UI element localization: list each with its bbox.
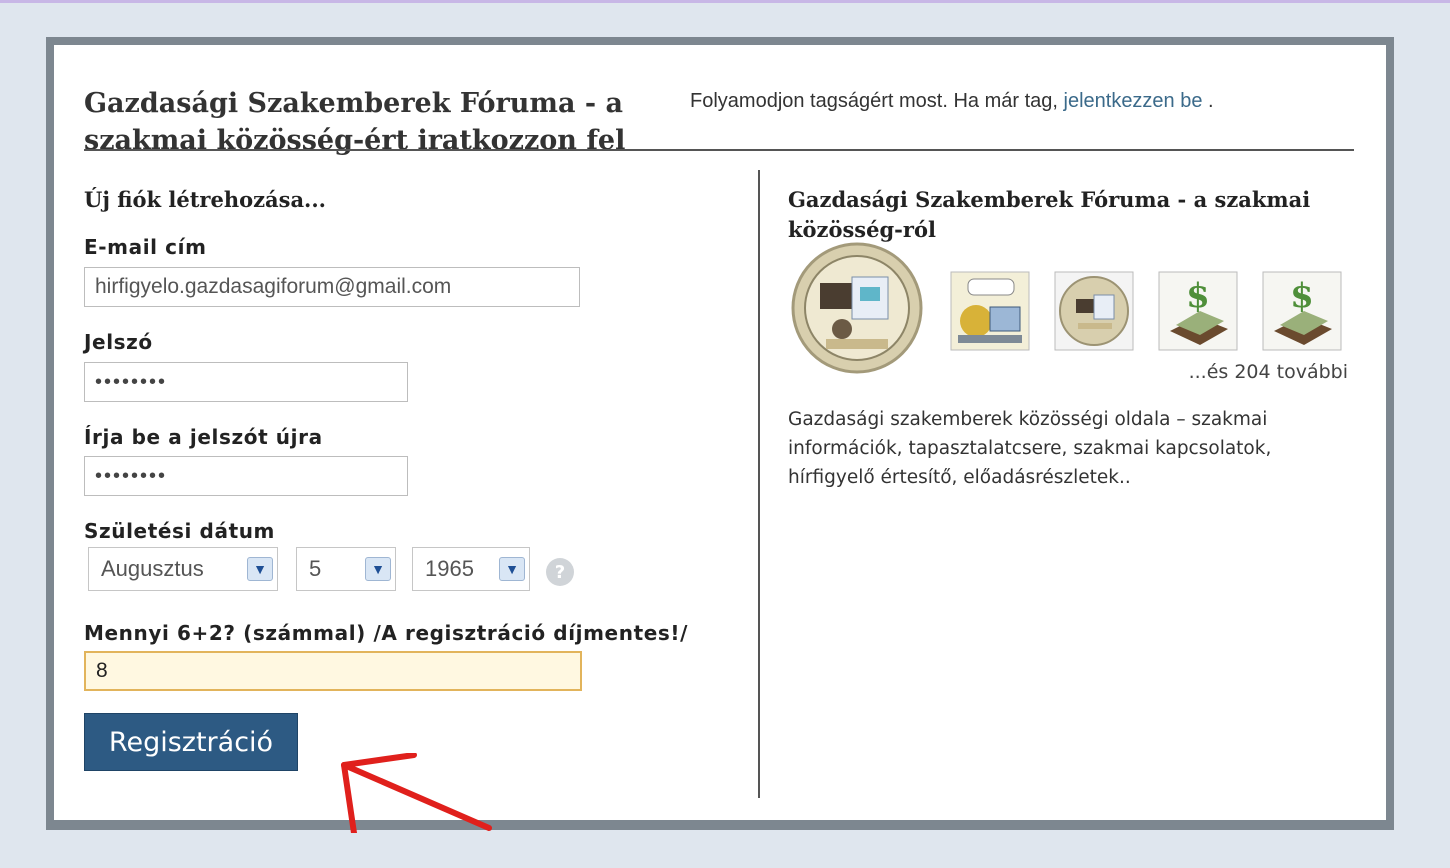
password-label: Jelszó [84,330,153,354]
create-account-title: Új fiók létrehozása... [84,187,326,212]
register-button[interactable]: Regisztráció [84,713,298,771]
community-title: Gazdasági Szakemberek Fóruma - a szakmai… [788,187,1311,242]
member-avatar-icon[interactable]: $ [1262,271,1342,351]
captcha-label: Mennyi 6+2? (számmal) /A regisztráció dí… [84,621,689,645]
birth-month-value: Augusztus [101,556,204,581]
svg-text:$: $ [1290,276,1314,316]
header-divider [84,149,1354,151]
password-confirm-field[interactable] [84,456,408,496]
chevron-down-icon[interactable]: ▼ [247,557,273,581]
chevron-down-icon[interactable]: ▼ [499,557,525,581]
svg-text:$: $ [1186,276,1210,316]
chevron-down-icon[interactable]: ▼ [365,557,391,581]
member-avatar-icon[interactable] [950,271,1030,351]
more-members-text[interactable]: ...és 204 további [1189,361,1348,383]
join-prompt-suffix: . [1202,90,1214,112]
birthdate-label: Születési dátum [84,519,276,543]
annotation-arrow-icon [341,753,492,833]
birth-year-select[interactable]: 1965 ▼ [412,547,530,591]
help-icon[interactable]: ? [546,558,574,586]
password-confirm-label: Írja be a jelszót újra [84,425,323,449]
password-field[interactable] [84,362,408,402]
email-label: E-mail cím [84,235,207,259]
join-prompt: Folyamodjon tagságért most. Ha már tag, … [690,90,1214,113]
captcha-field[interactable] [84,651,582,691]
site-title: Gazdasági Szakemberek Fóruma - a szakmai… [84,88,626,156]
join-prompt-text: Folyamodjon tagságért most. Ha már tag, [690,90,1064,112]
member-avatar-icon[interactable] [1054,271,1134,351]
birth-day-select[interactable]: 5 ▼ [296,547,396,591]
login-link[interactable]: jelentkezzen be [1064,90,1203,112]
birth-month-select[interactable]: Augusztus ▼ [88,547,278,591]
birth-day-value: 5 [309,556,322,581]
community-description: Gazdasági szakemberek közösségi oldala –… [788,409,1272,488]
birth-year-value: 1965 [425,556,474,581]
signup-panel: Gazdasági Szakemberek Fóruma - a szakmai… [54,45,1386,833]
signup-frame: Gazdasági Szakemberek Fóruma - a szakmai… [46,37,1394,833]
member-avatar-icon[interactable]: $ [1158,271,1238,351]
column-divider [758,170,760,798]
email-field[interactable] [84,267,580,307]
community-logo-icon[interactable] [790,241,924,375]
